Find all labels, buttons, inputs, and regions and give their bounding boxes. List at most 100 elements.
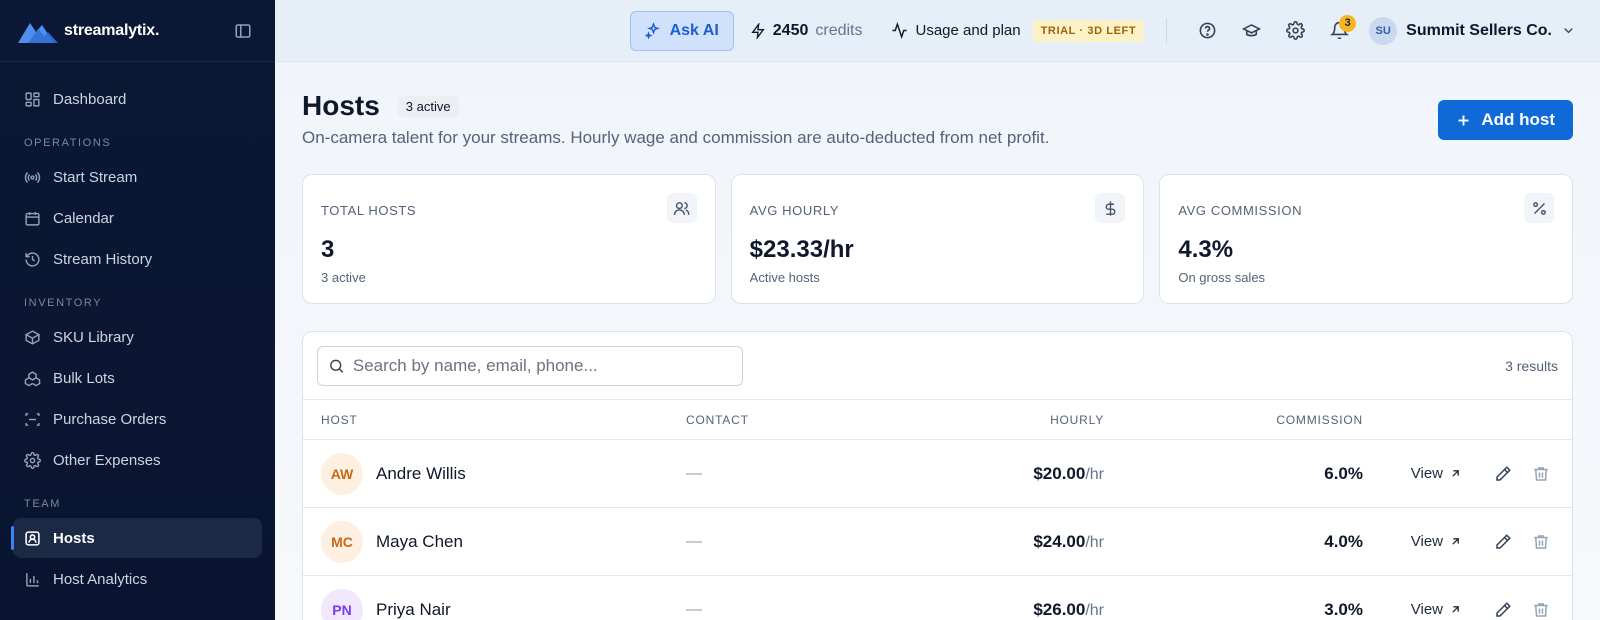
view-host-button[interactable]: View — [1403, 527, 1470, 556]
host-name[interactable]: Andre Willis — [376, 464, 466, 484]
sidebar-item-label: Start Stream — [53, 168, 138, 186]
brand-name: streamalytix. — [64, 21, 160, 39]
sidebar-item-host-analytics[interactable]: Host Analytics — [13, 559, 262, 599]
main-content: Hosts 3 active On-camera talent for your… — [275, 62, 1600, 620]
user-badge-icon — [25, 530, 40, 546]
broadcast-icon — [24, 171, 41, 183]
sidebar-collapse-button[interactable] — [229, 17, 257, 45]
sidebar-item-label: Calendar — [53, 209, 114, 227]
arrow-up-right-icon — [1452, 538, 1459, 545]
delete-host-button[interactable] — [1524, 593, 1558, 620]
search-input[interactable] — [352, 355, 732, 376]
user-menu[interactable]: SU Summit Sellers Co. — [1369, 16, 1576, 45]
host-contact: — — [686, 532, 702, 550]
sidebar-item-label: Purchase Orders — [53, 410, 167, 428]
edit-host-button[interactable] — [1486, 457, 1520, 491]
sidebar-item-label: Bulk Lots — [53, 369, 115, 387]
notifications-button[interactable]: 3 — [1317, 11, 1361, 51]
hourly-unit: /hr — [1085, 601, 1104, 619]
host-hourly: $26.00/hr — [962, 600, 1104, 620]
table-toolbar: 3 results — [303, 332, 1572, 400]
credits-label: credits — [815, 21, 863, 39]
host-hourly: $20.00/hr — [962, 464, 1104, 484]
sidebar-toggle-icon — [235, 23, 251, 38]
stat-value: $23.33/hr — [749, 236, 854, 263]
users-icon — [666, 193, 697, 223]
sidebar-item-hosts[interactable]: Hosts — [11, 518, 262, 558]
graduation-cap-icon — [1241, 24, 1261, 37]
hourly-amount: $26.00 — [1033, 599, 1086, 619]
view-label: View — [1410, 533, 1443, 550]
stats-row: TOTAL HOSTS 3 3 active AVG HOURLY $23.33… — [302, 174, 1574, 304]
sidebar-item-purchase-orders[interactable]: Purchase Orders — [13, 399, 262, 439]
sidebar-item-bulk-lots[interactable]: Bulk Lots — [13, 358, 262, 398]
host-cell: PN Priya Nair — [303, 588, 686, 620]
sidebar-nav: Dashboard OPERATIONS Start Stream Calend… — [0, 62, 275, 599]
trial-badge: TRIAL · 3D LEFT — [1032, 19, 1145, 42]
column-header-commission[interactable]: COMMISSION — [1104, 413, 1363, 427]
column-header-hourly[interactable]: HOURLY — [962, 413, 1104, 427]
dollar-icon — [1095, 193, 1126, 223]
usage-and-plan-link[interactable]: Usage and plan — [891, 22, 1021, 39]
host-name[interactable]: Maya Chen — [376, 532, 463, 552]
topbar-actions: Ask AI 2450 credits Usage and plan TRIAL… — [629, 0, 1600, 61]
hourly-amount: $20.00 — [1033, 463, 1086, 483]
notifications-count-badge: 3 — [1339, 14, 1357, 32]
table-row[interactable]: MC Maya Chen — $24.00/hr 4.0% View — [303, 508, 1572, 576]
ask-ai-button[interactable]: Ask AI — [629, 10, 734, 51]
sidebar-item-label: Stream History — [53, 250, 153, 268]
stat-value: 3 — [321, 236, 335, 263]
package-icon — [24, 329, 41, 345]
host-name[interactable]: Priya Nair — [376, 600, 451, 620]
help-circle-icon — [1199, 22, 1216, 39]
sidebar-section-operations: OPERATIONS — [24, 137, 112, 149]
sidebar-item-dashboard[interactable]: Dashboard — [13, 79, 262, 119]
row-actions: View — [1363, 457, 1572, 491]
column-header-host[interactable]: HOST — [303, 413, 686, 427]
activity-icon — [891, 22, 907, 39]
ask-ai-label: Ask AI — [669, 21, 719, 39]
credits-indicator[interactable]: 2450 credits — [750, 22, 863, 40]
sidebar: streamalytix. Dashboard OPERATIONS Start… — [0, 0, 275, 620]
hourly-amount: $24.00 — [1033, 531, 1086, 551]
add-host-button[interactable]: Add host — [1438, 100, 1573, 140]
settings-icon — [1285, 21, 1305, 40]
host-avatar: MC — [321, 520, 363, 563]
table-row[interactable]: AW Andre Willis — $20.00/hr 6.0% View — [303, 440, 1572, 508]
sidebar-item-start-stream[interactable]: Start Stream — [13, 157, 262, 197]
sidebar-item-sku-library[interactable]: SKU Library — [13, 317, 262, 357]
stat-label: TOTAL HOSTS — [321, 203, 417, 218]
arrow-up-right-icon — [1452, 606, 1459, 613]
boxes-icon — [24, 370, 41, 386]
view-host-button[interactable]: View — [1403, 595, 1470, 620]
sidebar-item-calendar[interactable]: Calendar — [13, 198, 262, 238]
host-avatar: AW — [321, 452, 363, 495]
view-host-button[interactable]: View — [1403, 459, 1470, 488]
bar-chart-icon — [26, 572, 39, 587]
delete-host-button[interactable] — [1524, 525, 1558, 559]
search-box[interactable] — [317, 345, 743, 386]
lightning-icon — [751, 22, 765, 39]
table-row[interactable]: PN Priya Nair — $26.00/hr 3.0% View — [303, 576, 1572, 620]
pencil-icon — [1496, 533, 1511, 549]
host-contact: — — [686, 600, 702, 618]
table-header: HOST CONTACT HOURLY COMMISSION — [303, 400, 1572, 440]
edit-host-button[interactable] — [1486, 593, 1520, 620]
pencil-icon — [1496, 601, 1511, 617]
user-avatar: SU — [1369, 16, 1398, 45]
stat-sub: Active hosts — [749, 270, 820, 285]
edit-host-button[interactable] — [1486, 525, 1520, 559]
stat-label: AVG HOURLY — [749, 203, 839, 218]
help-button[interactable] — [1185, 11, 1229, 51]
gear-icon — [24, 451, 41, 469]
percent-icon — [1524, 193, 1555, 223]
brand-logo[interactable]: streamalytix. — [18, 19, 159, 43]
delete-host-button[interactable] — [1524, 457, 1558, 491]
column-header-contact[interactable]: CONTACT — [686, 413, 962, 427]
learn-button[interactable] — [1229, 11, 1273, 51]
sidebar-item-stream-history[interactable]: Stream History — [13, 239, 262, 279]
stat-label: AVG COMMISSION — [1178, 203, 1303, 218]
settings-button[interactable] — [1273, 11, 1317, 51]
sidebar-item-other-expenses[interactable]: Other Expenses — [13, 440, 262, 480]
view-label: View — [1410, 465, 1443, 482]
